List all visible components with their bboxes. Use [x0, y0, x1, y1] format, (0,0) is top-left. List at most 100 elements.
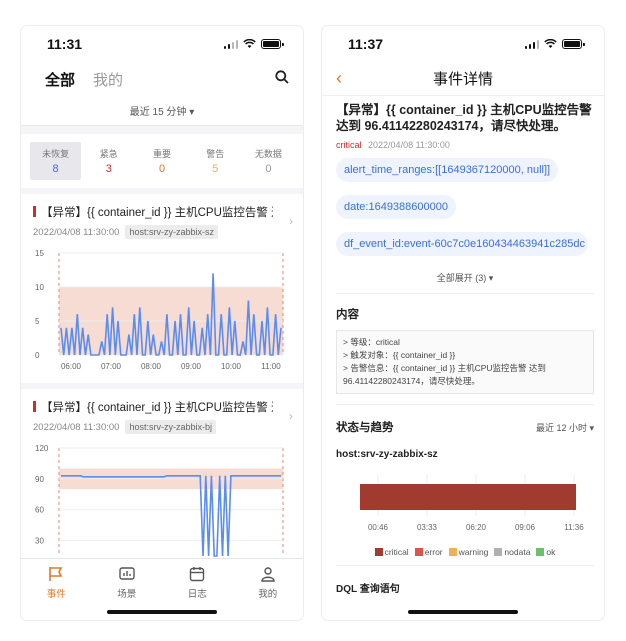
- stat-nodata[interactable]: 无数据 0: [243, 142, 294, 180]
- event-meta: 2022/04/08 11:30:00 host:srv-zy-zabbix-s…: [33, 225, 291, 239]
- event-card[interactable]: 【异常】{{ container_id }} 主机CPU监控告警 达... › …: [21, 194, 303, 383]
- tab-label: 事件: [46, 589, 66, 600]
- status-bar: 11:31: [21, 26, 303, 62]
- y-tick-label: 120: [35, 444, 49, 453]
- attribute-chip[interactable]: df_event_id:event-60c7c0e160434463941c28…: [336, 232, 588, 256]
- event-list-screen: 11:31 全部 我的 最近 15 分钟 ▾ 未恢复 8 紧急 3 重要 0 警告 5 …: [21, 26, 303, 620]
- trend-header: 状态与趋势 最近 12 小时 ▾: [336, 404, 594, 443]
- event-detail-screen: 11:37 ‹ 事件详情 【异常】{{ container_id }} 主机CP…: [322, 26, 604, 620]
- signal-icon: [223, 39, 238, 49]
- status-timeline-chart: 00:46 03:33 06:20 09:06 11:36: [336, 468, 592, 538]
- event-meta: 2022/04/08 11:30:00 host:srv-zy-zabbix-b…: [33, 420, 291, 434]
- event-title: 【异常】{{ container_id }} 主机CPU监控告警 达...: [33, 399, 273, 415]
- tab-label: 我的: [258, 589, 278, 600]
- y-tick-label: 0: [35, 351, 40, 360]
- dql-section-title: DQL 查询语句: [336, 565, 594, 605]
- legend-item: ok: [536, 547, 555, 557]
- legend-label: error: [424, 547, 443, 557]
- event-time: 2022/04/08 11:30:00: [368, 140, 450, 150]
- status-icons: [524, 39, 585, 49]
- stat-critical[interactable]: 紧急 3: [83, 142, 134, 180]
- trend-section-title: 状态与趋势: [336, 422, 394, 434]
- legend-item: nodata: [494, 547, 530, 557]
- detail-body: 【异常】{{ container_id }} 主机CPU监控告警 达到 96.4…: [322, 96, 604, 605]
- chart-legend: critical error warning nodata ok: [336, 547, 594, 557]
- attribute-chip[interactable]: alert_time_ranges:[[1649367120000, null]…: [336, 158, 559, 182]
- detail-header: ‹ 事件详情: [322, 62, 604, 96]
- tab-label: 日志: [187, 589, 207, 600]
- x-tick-label: 11:36: [564, 523, 584, 532]
- host-label: host:srv-zy-zabbix-sz: [336, 449, 438, 460]
- stat-count: 0: [265, 163, 272, 175]
- content-line: > 触发对象：{{ container_id }}: [343, 350, 456, 360]
- status-bar: [360, 484, 576, 510]
- content-box: > 等级：critical > 触发对象：{{ container_id }} …: [336, 330, 594, 394]
- content-section-title: 内容: [336, 309, 359, 321]
- trend-range-select[interactable]: 最近 12 小时 ▾: [536, 421, 594, 434]
- x-tick-label: 08:00: [141, 362, 162, 371]
- back-arrow-icon[interactable]: ‹: [336, 68, 342, 89]
- legend-item: error: [414, 547, 443, 557]
- event-title: 【异常】{{ container_id }} 主机CPU监控告警 达...: [33, 204, 273, 220]
- x-tick-label: 09:00: [181, 362, 202, 371]
- search-icon[interactable]: [275, 69, 289, 89]
- legend-swatch: [448, 548, 457, 556]
- legend-swatch: [414, 548, 423, 556]
- event-meta: critical 2022/04/08 11:30:00: [336, 140, 594, 150]
- flag-icon: [47, 565, 65, 583]
- x-tick-label: 11:00: [261, 362, 281, 371]
- x-tick-label: 07:00: [101, 362, 122, 371]
- top-nav: 全部 我的: [21, 62, 303, 96]
- x-tick-label: 09:06: [515, 523, 536, 532]
- tab-events[interactable]: 事件: [21, 565, 92, 620]
- home-indicator: [107, 610, 217, 614]
- event-card[interactable]: 【异常】{{ container_id }} 主机CPU监控告警 达... › …: [21, 389, 303, 568]
- tab-me[interactable]: 我的: [233, 565, 304, 620]
- time-filter[interactable]: 最近 15 分钟 ▾: [21, 96, 303, 126]
- x-tick-label: 03:33: [417, 523, 438, 532]
- stat-label: 警告: [206, 149, 225, 159]
- stat-count: 0: [158, 163, 166, 175]
- status-time: 11:31: [47, 36, 83, 52]
- status-time: 11:37: [348, 36, 384, 52]
- legend-swatch: [536, 548, 545, 556]
- attribute-chip[interactable]: date:1649388600000: [336, 195, 456, 219]
- stat-label: 重要: [153, 149, 172, 159]
- host-tag: host:srv-zy-zabbix-bj: [125, 420, 216, 434]
- page-title: 事件详情: [432, 71, 493, 88]
- chart-background: [33, 440, 291, 560]
- event-time: 2022/04/08 11:30:00: [33, 226, 120, 238]
- home-indicator: [408, 610, 518, 614]
- x-tick-label: 06:00: [61, 362, 82, 371]
- y-tick-label: 15: [35, 249, 44, 258]
- legend-label: ok: [546, 547, 556, 557]
- y-tick-label: 90: [35, 475, 44, 484]
- stat-important[interactable]: 重要 0: [136, 142, 187, 180]
- wifi-icon: [544, 39, 557, 48]
- stat-label: 无数据: [254, 149, 282, 159]
- tab-all[interactable]: 全部: [45, 69, 75, 90]
- chevron-right-icon: ›: [289, 409, 293, 423]
- event-chart: 15 10 5 0 06:00 07:00 08:00 09:00 10:00 11:00: [33, 245, 291, 375]
- stat-label: 紧急: [99, 149, 118, 159]
- bottom-tabbar: 事件 场景 日志 我的: [21, 558, 303, 620]
- stat-count: 3: [105, 163, 112, 175]
- wifi-icon: [243, 39, 256, 48]
- calendar-icon: [188, 565, 206, 583]
- y-tick-label: 5: [35, 317, 40, 326]
- stat-count: 5: [212, 163, 219, 175]
- legend-label: warning: [458, 547, 489, 557]
- stat-warning[interactable]: 警告 5: [190, 142, 241, 180]
- user-icon: [259, 565, 277, 583]
- expand-all-button[interactable]: 全部展开 (3) ▾: [336, 261, 594, 294]
- legend-item: critical: [374, 547, 409, 557]
- tab-mine[interactable]: 我的: [93, 69, 123, 90]
- host-tag: host:srv-zy-zabbix-sz: [125, 225, 218, 239]
- y-tick-label: 30: [35, 537, 44, 546]
- legend-swatch: [374, 548, 383, 556]
- legend-label: nodata: [504, 547, 531, 557]
- stat-unrecovered[interactable]: 未恢复 8: [30, 142, 82, 180]
- legend-label: critical: [384, 547, 409, 557]
- chevron-right-icon: ›: [289, 214, 293, 228]
- content-line: 96.41142280243174，请尽快处理。: [343, 376, 480, 386]
